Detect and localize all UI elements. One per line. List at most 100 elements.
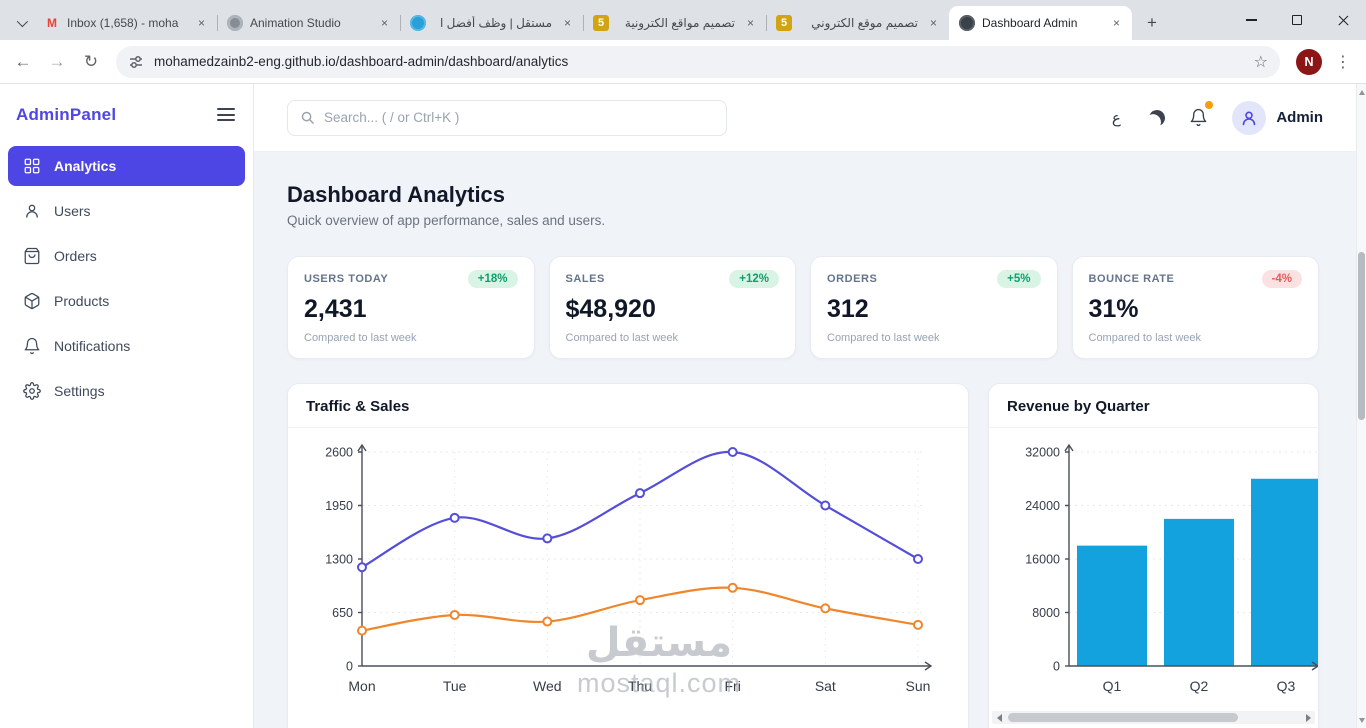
- browser-menu-icon[interactable]: ⋮: [1330, 52, 1356, 72]
- svg-text:1950: 1950: [325, 499, 353, 513]
- sidebar-item-notifications[interactable]: Notifications: [8, 326, 245, 366]
- horizontal-scrollbar[interactable]: [992, 711, 1315, 724]
- search-box[interactable]: [287, 100, 727, 136]
- scrollbar-track[interactable]: [1006, 711, 1301, 724]
- moon-icon: [1148, 108, 1168, 128]
- traffic-sales-line-chart: 0650130019502600MonTueWedThuFriSatSun: [296, 438, 944, 710]
- tab-khamsat-1[interactable]: 5 تصميم مواقع الكترونية ×: [583, 6, 766, 40]
- close-window-button[interactable]: [1320, 0, 1366, 40]
- stat-value: 31%: [1089, 295, 1303, 324]
- stat-value: 2,431: [304, 295, 518, 324]
- stat-label: USERS TODAY: [304, 273, 388, 285]
- vertical-scrollbar[interactable]: [1356, 84, 1366, 728]
- sidebar-item-users[interactable]: Users: [8, 191, 245, 231]
- scrollbar-thumb[interactable]: [1358, 252, 1365, 420]
- tab-title: Dashboard Admin: [982, 16, 1101, 30]
- tab-dashboard-admin[interactable]: Dashboard Admin ×: [949, 6, 1132, 40]
- svg-text:2600: 2600: [325, 446, 353, 460]
- tab-close-icon[interactable]: ×: [193, 15, 210, 32]
- notifications-button[interactable]: [1181, 101, 1215, 135]
- sidebar-item-analytics[interactable]: Analytics: [8, 146, 245, 186]
- tab-close-icon[interactable]: ×: [376, 15, 393, 32]
- stats-row: USERS TODAY +18% 2,431 Compared to last w…: [287, 256, 1319, 359]
- stat-card-bounce-rate: BOUNCE RATE-4% 31% Compared to last week: [1072, 256, 1320, 359]
- status-badge: +5%: [997, 270, 1040, 288]
- sidebar-item-label: Notifications: [54, 338, 130, 354]
- svg-text:Q2: Q2: [1190, 678, 1209, 694]
- svg-text:Tue: Tue: [443, 678, 467, 694]
- svg-text:Fri: Fri: [725, 678, 741, 694]
- chart-title: Traffic & Sales: [288, 384, 968, 428]
- svg-text:650: 650: [332, 606, 353, 620]
- dashboard-content: Dashboard Analytics Quick overview of ap…: [254, 152, 1356, 728]
- tab-mostaql[interactable]: مستقل | وظف أفضل ا ×: [400, 6, 583, 40]
- forward-button[interactable]: →: [40, 45, 74, 79]
- notification-badge-dot: [1205, 101, 1213, 109]
- svg-text:0: 0: [346, 660, 353, 674]
- stat-value: 312: [827, 295, 1041, 324]
- sidebar-item-label: Analytics: [54, 158, 116, 174]
- person-icon: [1240, 109, 1258, 127]
- search-icon: [300, 110, 315, 125]
- tab-close-icon[interactable]: ×: [925, 15, 942, 32]
- stat-note: Compared to last week: [304, 332, 518, 344]
- scroll-right-icon[interactable]: [1301, 711, 1315, 724]
- sidebar-item-settings[interactable]: Settings: [8, 371, 245, 411]
- user-menu[interactable]: Admin: [1232, 101, 1323, 135]
- status-badge: +12%: [729, 270, 779, 288]
- tab-khamsat-2[interactable]: 5 تصميم موقع الكتروني ×: [766, 6, 949, 40]
- sidebar-item-products[interactable]: Products: [8, 281, 245, 321]
- tab-search-button[interactable]: [8, 6, 34, 40]
- svg-text:Mon: Mon: [348, 678, 375, 694]
- status-badge: +18%: [468, 270, 518, 288]
- user-name: Admin: [1276, 109, 1323, 126]
- shopping-bag-icon: [23, 247, 41, 265]
- svg-text:16000: 16000: [1025, 553, 1060, 567]
- url-text: mohamedzainb2-eng.github.io/dashboard-ad…: [154, 54, 1244, 69]
- address-bar[interactable]: mohamedzainb2-eng.github.io/dashboard-ad…: [116, 46, 1280, 78]
- stat-label: SALES: [566, 273, 605, 285]
- minimize-button[interactable]: [1228, 0, 1274, 40]
- svg-text:0: 0: [1053, 660, 1060, 674]
- scroll-up-icon[interactable]: [1357, 86, 1366, 98]
- maximize-button[interactable]: [1274, 0, 1320, 40]
- mostaql-icon: [410, 15, 426, 31]
- tab-strip: M Inbox (1,658) - moha × Animation Studi…: [0, 0, 1366, 40]
- site-settings-icon[interactable]: [128, 54, 144, 70]
- close-icon: [1337, 14, 1350, 27]
- scroll-left-icon[interactable]: [992, 711, 1006, 724]
- refresh-button[interactable]: ↻: [74, 45, 108, 79]
- box-icon: [23, 292, 41, 310]
- svg-text:Wed: Wed: [533, 678, 562, 694]
- browser-profile-avatar[interactable]: N: [1296, 49, 1322, 75]
- page-body: AdminPanel Analytics Users: [0, 84, 1366, 728]
- hamburger-menu-icon[interactable]: [217, 104, 235, 125]
- back-button[interactable]: ←: [6, 45, 40, 79]
- user-avatar: [1232, 101, 1266, 135]
- tab-title: مستقل | وظف أفضل ا: [433, 16, 552, 30]
- sidebar-item-label: Users: [54, 203, 91, 219]
- gear-icon: [23, 382, 41, 400]
- tab-title: تصميم مواقع الكترونية: [616, 16, 735, 30]
- tab-animation-studio[interactable]: Animation Studio ×: [217, 6, 400, 40]
- window-controls: [1228, 0, 1366, 40]
- dark-mode-button[interactable]: [1140, 101, 1174, 135]
- tab-close-icon[interactable]: ×: [559, 15, 576, 32]
- topbar-actions: ع Admin: [1099, 101, 1323, 135]
- charts-row: Traffic & Sales 0650130019502600MonTueWe…: [287, 383, 1319, 728]
- tab-close-icon[interactable]: ×: [742, 15, 759, 32]
- scroll-down-icon[interactable]: [1357, 714, 1366, 726]
- svg-text:Sat: Sat: [815, 678, 836, 694]
- tab-gmail[interactable]: M Inbox (1,658) - moha ×: [34, 6, 217, 40]
- search-input[interactable]: [324, 110, 714, 125]
- revenue-chart-card: Revenue by Quarter 08000160002400032000Q…: [988, 383, 1319, 728]
- new-tab-button[interactable]: +: [1138, 9, 1166, 37]
- bookmark-star-icon[interactable]: ☆: [1254, 52, 1268, 72]
- tab-close-icon[interactable]: ×: [1108, 15, 1125, 32]
- scrollbar-thumb[interactable]: [1008, 713, 1238, 722]
- language-toggle-button[interactable]: ع: [1099, 101, 1133, 135]
- chevron-down-icon: [17, 16, 28, 27]
- svg-text:Thu: Thu: [628, 678, 652, 694]
- sidebar-item-orders[interactable]: Orders: [8, 236, 245, 276]
- svg-text:Q1: Q1: [1103, 678, 1122, 694]
